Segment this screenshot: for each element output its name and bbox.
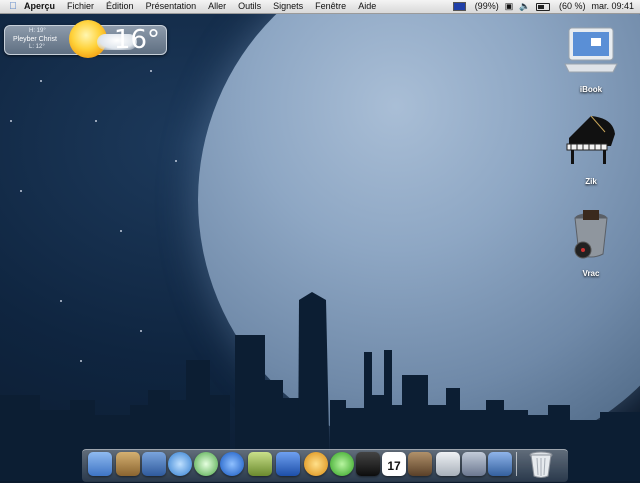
chat-icon[interactable]: [330, 452, 354, 476]
safari-icon[interactable]: [168, 452, 192, 476]
iphoto-icon[interactable]: [488, 452, 512, 476]
weather-low: L: 12°: [29, 44, 45, 50]
pencil-app-icon[interactable]: [248, 452, 272, 476]
desktop-icon-vrac[interactable]: Vrac: [556, 206, 626, 278]
desktop-icon-label: Zik: [585, 177, 597, 186]
battery-text: (60 %): [558, 1, 586, 11]
city-skyline: [0, 292, 640, 481]
menu-edition[interactable]: Édition: [100, 0, 140, 13]
clock[interactable]: mar. 09:41: [591, 0, 634, 13]
messenger-icon[interactable]: [304, 452, 328, 476]
weather-temperature: 16°: [113, 25, 160, 55]
quicktime-icon[interactable]: [220, 452, 244, 476]
word-icon[interactable]: [276, 452, 300, 476]
desktop-icon-label: Vrac: [582, 269, 600, 278]
music-app-icon[interactable]: [408, 452, 432, 476]
menu-bar:  Aperçu Fichier Édition Présentation Al…: [0, 0, 640, 14]
system-preferences-icon[interactable]: [436, 452, 460, 476]
menu-extras: (99%) ▣ 🔈 (60 %) mar. 09:41: [447, 0, 634, 13]
menu-presentation[interactable]: Présentation: [140, 0, 203, 13]
terminal-icon[interactable]: [356, 452, 380, 476]
piano-icon: [566, 115, 615, 164]
installer-icon[interactable]: [462, 452, 486, 476]
weather-widget[interactable]: H: 19° Pleyber Christ L: 12° 16°: [4, 20, 167, 58]
flag-icon: [453, 2, 467, 12]
address-book-icon[interactable]: [116, 452, 140, 476]
weather-high: H: 19°: [29, 28, 46, 34]
desktop-icon-zik[interactable]: Zik: [556, 110, 626, 186]
laptop-icon: [564, 27, 618, 73]
battery-icon: [536, 2, 551, 11]
menu-aller[interactable]: Aller: [202, 0, 232, 13]
weather-city: Pleyber Christ: [13, 36, 57, 43]
volume-icon[interactable]: 🔈: [519, 0, 530, 13]
menu-signets[interactable]: Signets: [267, 0, 309, 13]
battery-status[interactable]: (60 %): [536, 0, 585, 13]
app-menu[interactable]: Aperçu: [20, 0, 61, 13]
finder-icon[interactable]: [88, 452, 112, 476]
trash-icon[interactable]: [528, 450, 554, 478]
ical-icon[interactable]: 17: [382, 452, 406, 476]
apple-menu-icon[interactable]: : [0, 0, 20, 13]
desktop-icon-ibook[interactable]: iBook: [556, 26, 626, 94]
display-icon[interactable]: ▣: [505, 0, 514, 13]
desktop-icon-label: iBook: [579, 85, 603, 94]
menu-aide[interactable]: Aide: [352, 0, 382, 13]
bin-icon: [574, 210, 608, 259]
menu-outils[interactable]: Outils: [232, 0, 267, 13]
preview-icon[interactable]: [142, 452, 166, 476]
menu-fenetre[interactable]: Fenêtre: [309, 0, 352, 13]
menu-fichier[interactable]: Fichier: [61, 0, 100, 13]
keyboard-status[interactable]: (99%): [453, 0, 499, 13]
desktop[interactable]: [0, 0, 640, 481]
trash-can-icon: [529, 451, 553, 478]
itunes-icon[interactable]: [194, 452, 218, 476]
dock-separator: [516, 452, 517, 476]
keyboard-battery-text: (99%): [474, 1, 499, 11]
